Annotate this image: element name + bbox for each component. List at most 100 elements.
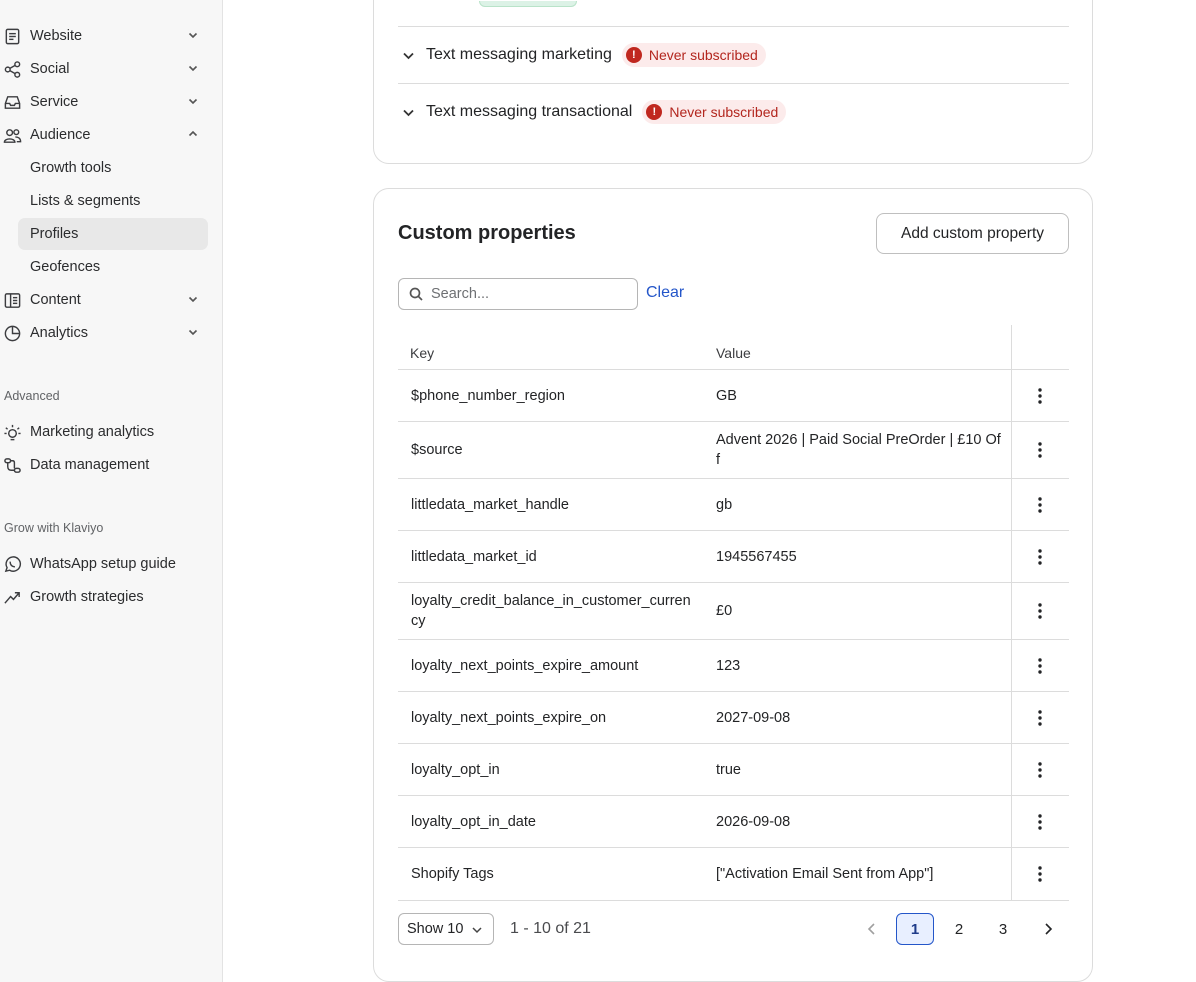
table-row: loyalty_credit_balance_in_customer_curre… <box>398 583 1069 640</box>
property-key: littledata_market_handle <box>411 497 569 513</box>
nav-geofences[interactable]: Geofences <box>18 251 208 283</box>
more-vertical-icon[interactable] <box>1028 862 1052 886</box>
nav-growth-strategies-label: Growth strategies <box>30 589 144 605</box>
lightbulb-icon <box>1 421 23 443</box>
nav-service[interactable]: Service <box>0 87 208 117</box>
nav-growth-strategies[interactable]: Growth strategies <box>0 582 208 612</box>
subscribed-badge-fragment <box>479 1 577 7</box>
page-size-label: Show 10 <box>407 921 464 937</box>
document-icon <box>1 25 23 47</box>
data-flow-icon <box>1 454 23 476</box>
nav-audience[interactable]: Audience <box>0 120 208 150</box>
more-vertical-icon[interactable] <box>1028 493 1052 517</box>
table-row: Shopify Tags ["Activation Email Sent fro… <box>398 848 1069 901</box>
nav-growth-tools-label: Growth tools <box>30 160 112 176</box>
search-input[interactable] <box>431 286 621 302</box>
nav-geofences-label: Geofences <box>30 259 101 275</box>
more-vertical-icon[interactable] <box>1028 810 1052 834</box>
chevron-left-icon <box>867 923 875 935</box>
page-3-button[interactable]: 3 <box>984 913 1022 945</box>
nav-profiles[interactable]: Profiles <box>18 218 208 250</box>
nav-social[interactable]: Social <box>0 54 208 84</box>
nav-profiles-label: Profiles <box>30 226 79 242</box>
nav-growth-tools[interactable]: Growth tools <box>18 152 208 184</box>
previous-page-button[interactable] <box>852 913 890 945</box>
inbox-icon <box>1 91 23 113</box>
share-nodes-icon <box>1 58 23 80</box>
nav-service-label: Service <box>30 94 79 110</box>
next-page-button[interactable] <box>1029 913 1067 945</box>
chevron-right-icon <box>1044 923 1052 935</box>
nav-analytics-label: Analytics <box>30 325 89 341</box>
custom-properties-card: Custom properties Add custom property Cl… <box>373 188 1093 982</box>
property-value: 2026-09-08 <box>716 814 791 830</box>
table-row: littledata_market_handle gb <box>398 479 1069 531</box>
table-row: $source Advent 2026 | Paid Social PreOrd… <box>398 422 1069 479</box>
table-row: loyalty_opt_in true <box>398 744 1069 796</box>
more-vertical-icon[interactable] <box>1028 758 1052 782</box>
nav-whatsapp-setup-guide[interactable]: WhatsApp setup guide <box>0 549 208 579</box>
status-badge-text: Never subscribed <box>669 104 779 120</box>
add-custom-property-button[interactable]: Add custom property <box>876 213 1069 254</box>
page-size-select[interactable]: Show 10 <box>398 913 494 945</box>
more-vertical-icon[interactable] <box>1028 706 1052 730</box>
nav-lists-segments-label: Lists & segments <box>30 193 141 209</box>
nav-marketing-analytics[interactable]: Marketing analytics <box>0 417 208 447</box>
table-row: loyalty_next_points_expire_on 2027-09-08 <box>398 692 1069 744</box>
table-row: littledata_market_id 1945567455 <box>398 531 1069 583</box>
property-value: £0 <box>716 603 733 619</box>
property-value: 1945567455 <box>716 549 797 565</box>
nav-social-label: Social <box>30 61 70 77</box>
nav-content-label: Content <box>30 292 81 308</box>
nav-data-management-label: Data management <box>30 457 150 473</box>
chevron-down-icon[interactable] <box>398 45 418 65</box>
search-box[interactable] <box>398 278 638 310</box>
more-vertical-icon[interactable] <box>1028 599 1052 623</box>
chevron-down-icon[interactable] <box>398 102 418 122</box>
more-vertical-icon[interactable] <box>1028 438 1052 462</box>
pagination-range: 1 - 10 of 21 <box>510 920 591 937</box>
alert-icon: ! <box>646 104 663 120</box>
property-key: loyalty_next_points_expire_on <box>411 710 607 726</box>
chevron-down-icon <box>472 927 482 934</box>
subscription-title: Text messaging transactional <box>426 103 633 120</box>
custom-properties-title: Custom properties <box>398 222 576 244</box>
nav-lists-segments[interactable]: Lists & segments <box>18 185 208 217</box>
clear-link[interactable]: Clear <box>646 284 684 302</box>
more-vertical-icon[interactable] <box>1028 384 1052 408</box>
nav-whatsapp-setup-guide-label: WhatsApp setup guide <box>30 556 176 572</box>
sidebar: Website Social Service Audience Growth t… <box>0 0 223 982</box>
page-2-button[interactable]: 2 <box>940 913 978 945</box>
chevron-down-icon <box>187 62 199 74</box>
nav-data-management[interactable]: Data management <box>0 450 208 480</box>
page-1-button[interactable]: 1 <box>896 913 934 945</box>
property-value: gb <box>716 497 733 513</box>
property-value: 2027-09-08 <box>716 710 791 726</box>
subscription-row-sms-transactional[interactable]: Text messaging transactional ! Never sub… <box>398 83 1069 140</box>
content-icon <box>1 289 23 311</box>
people-icon <box>1 124 23 146</box>
more-vertical-icon[interactable] <box>1028 545 1052 569</box>
subscription-row-sms-marketing[interactable]: Text messaging marketing ! Never subscri… <box>398 26 1069 83</box>
property-key: loyalty_credit_balance_in_customer_curre… <box>411 593 691 629</box>
nav-website-label: Website <box>30 28 83 44</box>
chevron-down-icon <box>187 293 199 305</box>
pie-chart-icon <box>1 322 23 344</box>
nav-website[interactable]: Website <box>0 21 208 51</box>
property-key: loyalty_opt_in_date <box>411 814 536 830</box>
whatsapp-icon <box>1 553 23 575</box>
subscription-title: Text messaging marketing <box>426 46 612 63</box>
nav-analytics[interactable]: Analytics <box>0 318 208 348</box>
chevron-down-icon <box>187 326 199 338</box>
more-vertical-icon[interactable] <box>1028 654 1052 678</box>
grow-section-label: Grow with Klaviyo <box>4 521 104 535</box>
search-icon <box>409 287 423 301</box>
chevron-down-icon <box>187 95 199 107</box>
table-row: $phone_number_region GB <box>398 370 1069 422</box>
status-badge: ! Never subscribed <box>642 100 787 124</box>
status-badge: ! Never subscribed <box>621 43 766 67</box>
property-value: GB <box>716 388 737 404</box>
advanced-section-label: Advanced <box>4 389 60 403</box>
nav-content[interactable]: Content <box>0 285 208 315</box>
property-key: littledata_market_id <box>411 549 537 565</box>
